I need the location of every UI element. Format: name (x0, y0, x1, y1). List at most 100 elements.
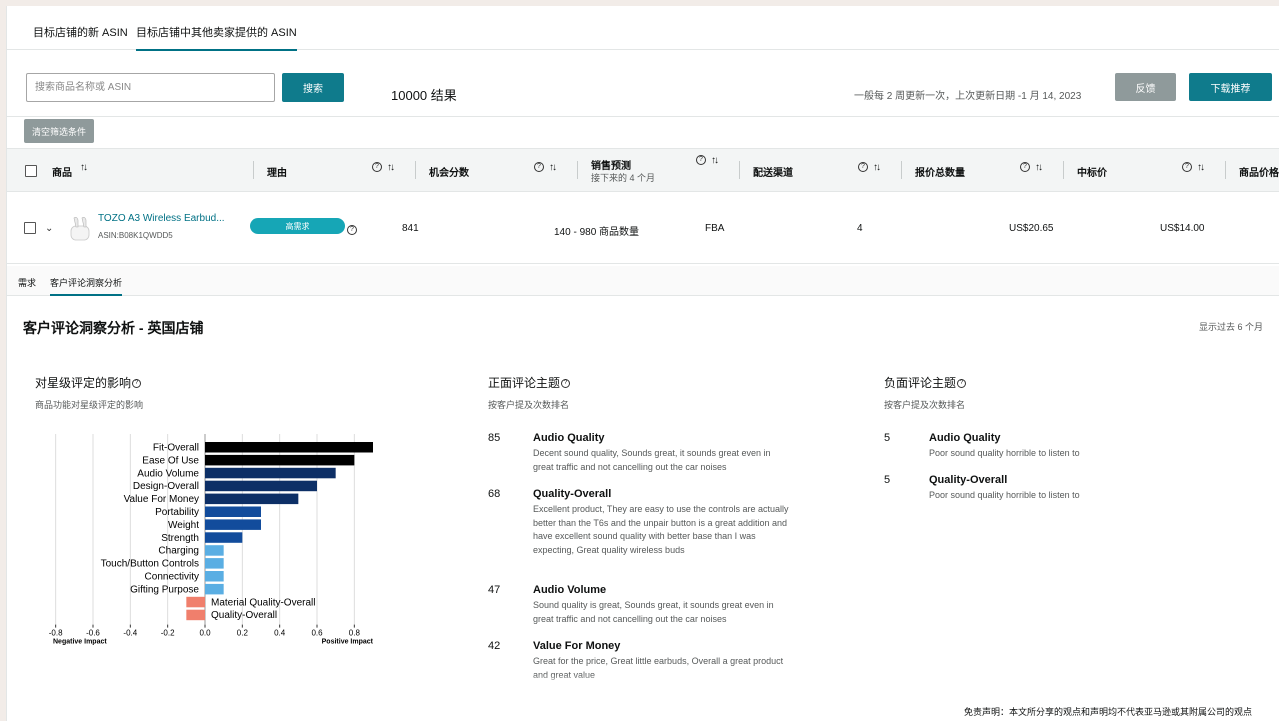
tick-label: 0.6 (311, 629, 323, 638)
column-divider (739, 161, 740, 179)
sort-icon[interactable]: ↑↓ (711, 155, 719, 166)
positive-impact-label: Positive Impact (322, 639, 374, 646)
sort-icon[interactable]: ↑↓ (1197, 162, 1205, 173)
theme-quote: Decent sound quality, Sounds great, it s… (533, 448, 771, 472)
help-icon[interactable]: ? (696, 155, 706, 165)
help-icon[interactable]: ? (957, 379, 967, 389)
feedback-button[interactable]: 反馈 (1115, 73, 1176, 101)
sales-forecast-value: 140 - 980 商品数量 (554, 227, 640, 238)
theme-quote: Poor sound quality horrible to listen to (929, 448, 1080, 458)
fulfillment-value: FBA (705, 223, 725, 234)
bar (205, 532, 243, 543)
bar (205, 571, 224, 582)
help-icon[interactable]: ? (372, 162, 382, 172)
help-icon[interactable]: ? (132, 379, 142, 389)
theme-quote: Sound quality is great, Sounds great, it… (533, 600, 774, 624)
row-checkbox[interactable] (24, 222, 36, 234)
bar (205, 467, 336, 479)
table-header: 商品 ↑↓ 理由 ? ↑↓ 机会分数 ? ↑↓ 销售预测 接下来的 4 个月 ?… (7, 148, 1279, 192)
theme-count: 47 (488, 584, 501, 596)
tab-demand[interactable]: 需求 (18, 276, 36, 289)
winning-price-value: US$20.65 (1009, 223, 1054, 234)
column-divider (415, 161, 416, 179)
category-label: Weight (168, 520, 199, 531)
col-sales-forecast-sub: 接下来的 4 个月 (591, 173, 656, 183)
reason-badge: 高需求 (250, 218, 345, 234)
tick-label: 0.0 (199, 629, 211, 638)
help-icon[interactable]: ? (1182, 162, 1192, 172)
bar (186, 609, 205, 621)
sort-icon[interactable]: ↑↓ (1035, 162, 1043, 173)
help-icon[interactable]: ? (858, 162, 868, 172)
theme-quote: Poor sound quality horrible to listen to (929, 490, 1080, 500)
help-icon[interactable]: ? (561, 379, 571, 389)
tick-label: -0.4 (123, 629, 137, 638)
sort-icon[interactable]: ↑↓ (387, 162, 395, 173)
negative-themes-title-text: 负面评论主题 (884, 376, 957, 390)
sort-icon[interactable]: ↑↓ (549, 162, 557, 173)
bar (205, 519, 261, 530)
positive-themes-title-text: 正面评论主题 (488, 376, 561, 390)
tick-label: -0.8 (49, 629, 63, 638)
negative-impact-label: Negative Impact (53, 639, 107, 646)
col-sales-forecast[interactable]: 销售预测 (591, 157, 631, 172)
product-price-value: US$14.00 (1160, 223, 1205, 234)
col-winning-price[interactable]: 中标价 (1077, 164, 1107, 179)
category-label: Audio Volume (137, 468, 199, 479)
clear-filters-button[interactable]: 清空筛选条件 (24, 119, 94, 143)
theme-name: Quality-Overall (929, 474, 1008, 486)
theme-name: Audio Volume (533, 584, 607, 596)
help-icon[interactable]: ? (1020, 162, 1030, 172)
category-label: Value For Money (124, 494, 199, 505)
tab-review-insights[interactable]: 客户评论洞察分析 (50, 276, 123, 296)
column-divider (1225, 161, 1226, 179)
bar (205, 493, 299, 505)
chevron-down-icon[interactable]: ⌄ (45, 223, 53, 234)
col-reason: 理由 (267, 168, 287, 179)
category-label: Strength (161, 533, 199, 544)
category-label: Material Quality-Overall (211, 597, 315, 608)
tab-new-asin[interactable]: 目标店铺的新 ASIN (33, 24, 128, 40)
theme-quote: Excellent product, They are easy to use … (533, 504, 789, 555)
disclaimer: 免责声明：本文所分享的观点和声明均不代表亚马逊或其附属公司的观点 (964, 707, 1253, 717)
theme-count: 85 (488, 432, 501, 444)
category-label: Quality-Overall (211, 610, 277, 621)
category-label: Touch/Button Controls (101, 559, 199, 570)
top-tab-bar: 目标店铺的新 ASIN 目标店铺中其他卖家提供的 ASIN (7, 6, 1279, 51)
positive-themes-title: 正面评论主题? (488, 374, 571, 391)
tab-other-seller-asin[interactable]: 目标店铺中其他卖家提供的 ASIN (136, 24, 297, 51)
search-row: 搜索 10000 结果 一般每 2 周更新一次，上次更新日期 -1 月 14, … (7, 50, 1279, 116)
theme-count: 68 (488, 488, 501, 500)
help-icon[interactable]: ? (534, 162, 544, 172)
sort-icon[interactable]: ↑↓ (80, 162, 88, 173)
product-thumbnail[interactable] (68, 214, 92, 244)
category-label: Connectivity (145, 572, 199, 583)
col-opportunity-score[interactable]: 机会分数 (429, 164, 469, 179)
negative-themes-subtitle: 按客户提及次数排名 (884, 400, 966, 410)
positive-themes-subtitle: 按客户提及次数排名 (488, 400, 570, 410)
bar (205, 558, 224, 569)
star-impact-chart: Fit-OverallEase Of Use Audio Volume Design… (49, 434, 374, 646)
search-input[interactable] (26, 73, 275, 102)
negative-themes-title: 负面评论主题? (884, 374, 967, 391)
sort-icon[interactable]: ↑↓ (873, 162, 881, 173)
bar (205, 480, 317, 492)
page: 目标店铺的新 ASIN 目标店铺中其他卖家提供的 ASIN 搜索 10000 结… (6, 6, 1279, 721)
product-asin: ASIN:B08K1QWDD5 (98, 231, 173, 240)
help-icon[interactable]: ? (347, 225, 357, 235)
col-product-price[interactable]: 商品价格 (1239, 164, 1279, 179)
search-button[interactable]: 搜索 (282, 73, 344, 102)
star-impact-subtitle: 商品功能对星级评定的影响 (35, 400, 144, 410)
col-product[interactable]: 商品 (52, 164, 72, 179)
bar (205, 442, 373, 453)
select-all-checkbox[interactable] (25, 165, 37, 177)
column-divider (577, 161, 578, 179)
tick-label: 0.4 (274, 629, 286, 638)
product-title-link[interactable]: TOZO A3 Wireless Earbud... (98, 213, 225, 224)
download-button[interactable]: 下载推荐 (1189, 73, 1272, 101)
bar (205, 545, 224, 556)
theme-name: Audio Quality (533, 432, 605, 444)
category-label: Ease Of Use (142, 455, 199, 466)
col-offer-count[interactable]: 报价总数量 (915, 164, 965, 179)
detail-tab-bar: 需求 客户评论洞察分析 (7, 266, 1279, 296)
